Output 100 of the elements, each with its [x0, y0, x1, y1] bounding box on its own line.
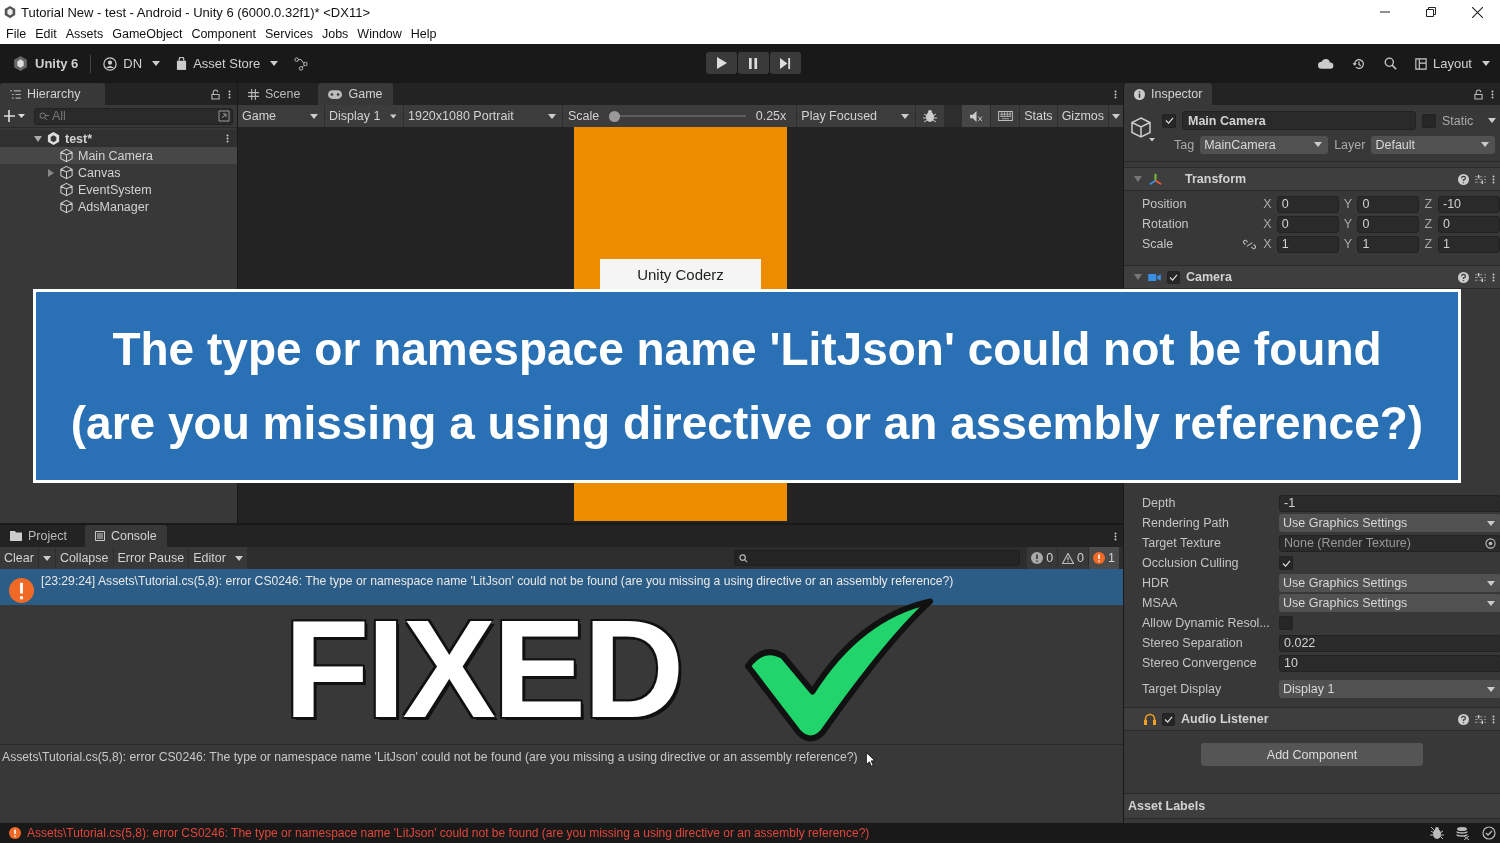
console-button[interactable]: Error Pause [113, 547, 189, 569]
expand-icon[interactable] [218, 110, 230, 122]
stats-button[interactable]: Stats [1020, 105, 1057, 127]
pause-icon[interactable] [749, 57, 758, 69]
step-button[interactable] [770, 52, 801, 74]
cloud-icon[interactable] [1317, 58, 1334, 69]
check-icon[interactable] [1164, 117, 1174, 124]
more-icon[interactable] [1492, 713, 1495, 725]
caret-icon[interactable] [1487, 520, 1495, 526]
console-button[interactable]: Clear [0, 547, 38, 569]
menu-item[interactable]: Assets [61, 27, 108, 41]
object-field[interactable]: None (Render Texture) [1279, 534, 1500, 552]
view-dropdown[interactable]: Game [238, 105, 324, 127]
log-entry[interactable]: [23:29:24] Assets\Tutorial.cs(5,8): error CS0246: The type or namespace name 'LitJson' could not be found (are you missing a using directive or an assembly reference?) [0, 569, 1123, 605]
active-checkbox[interactable] [1162, 113, 1176, 128]
search-icon[interactable] [1383, 57, 1397, 70]
log-count-toggle[interactable]: 0 [1058, 547, 1089, 569]
number-field[interactable]: 0 [1276, 215, 1339, 233]
play-button[interactable] [706, 52, 737, 74]
more-icon[interactable] [1114, 530, 1117, 542]
help-icon[interactable] [1458, 271, 1469, 283]
unity-logo-icon[interactable] [12, 55, 29, 72]
caret-icon[interactable] [1487, 580, 1495, 586]
bug-icon[interactable] [923, 109, 938, 123]
menu-item[interactable]: File [2, 27, 31, 41]
caret-icon[interactable] [1487, 686, 1495, 692]
hierarchy-item[interactable]: Main Camera [0, 147, 237, 164]
scene-row[interactable]: test* [0, 130, 237, 147]
gizmos-menu-button[interactable] [1109, 105, 1123, 127]
lock-icon[interactable] [1474, 88, 1483, 100]
layer-dropdown[interactable]: Default [1371, 135, 1496, 154]
warning-icon[interactable] [1062, 552, 1075, 564]
caret-icon[interactable] [234, 555, 243, 561]
hierarchy-item[interactable]: EventSystem [0, 181, 237, 198]
component-header[interactable]: Transform [1124, 167, 1500, 191]
sliders-icon[interactable] [1475, 713, 1486, 725]
help-icon[interactable] [1458, 713, 1469, 725]
inspector-tab[interactable]: Inspector [1124, 83, 1213, 105]
debug-icon[interactable] [1430, 826, 1444, 840]
sliders-icon[interactable] [1475, 271, 1486, 283]
menu-item[interactable]: Window [353, 27, 406, 41]
caret-icon[interactable] [1487, 600, 1495, 606]
caret-icon[interactable] [1482, 61, 1490, 66]
game-button[interactable]: Unity Coderz [600, 259, 761, 289]
muted-speaker-icon[interactable] [969, 110, 983, 122]
info-icon[interactable] [1031, 552, 1044, 564]
console-icon[interactable] [94, 531, 105, 541]
grid-icon[interactable] [248, 88, 259, 100]
component-header[interactable]: Camera [1124, 265, 1500, 289]
log-count-toggle[interactable]: 0 [1027, 547, 1058, 569]
menu-item[interactable]: Component [187, 27, 260, 41]
caret-icon[interactable] [310, 113, 318, 119]
caret-icon[interactable] [390, 113, 397, 119]
caret-icon[interactable] [42, 555, 51, 561]
number-field[interactable]: -10 [1438, 195, 1500, 213]
more-icon[interactable] [1114, 88, 1117, 100]
view-tab[interactable]: Scene [238, 83, 311, 105]
log-count-toggle[interactable]: 1 [1089, 547, 1119, 569]
link-icon[interactable] [1243, 238, 1257, 250]
number-field[interactable]: 1 [1438, 235, 1500, 253]
more-icon[interactable] [228, 88, 231, 100]
menu-item[interactable]: Edit [31, 27, 61, 41]
gamepad-icon[interactable] [328, 89, 343, 99]
search-field[interactable]: All [34, 107, 233, 125]
target-icon[interactable] [1485, 537, 1496, 549]
shopping-bag-icon[interactable] [176, 57, 188, 70]
caret-icon[interactable] [152, 61, 161, 66]
collapse-arrow-icon[interactable] [1134, 175, 1142, 183]
number-field[interactable]: 0 [1438, 215, 1500, 233]
lock-icon[interactable] [211, 88, 220, 100]
menu-item[interactable]: Jobs [317, 27, 353, 41]
more-icon[interactable] [1492, 173, 1495, 185]
mute-button[interactable] [962, 105, 991, 127]
help-icon[interactable] [1458, 173, 1469, 185]
branch-icon[interactable] [294, 56, 309, 71]
play-mode-dropdown[interactable]: Play Focused [797, 105, 916, 127]
number-field[interactable]: 0 [1276, 195, 1339, 213]
cache-icon[interactable] [1456, 826, 1470, 840]
number-field[interactable]: -1 [1279, 494, 1500, 512]
property-dropdown[interactable]: Display 1 [1279, 680, 1500, 698]
number-field[interactable]: 1 [1276, 235, 1339, 253]
console-search-field[interactable] [734, 550, 1021, 566]
layout-icon[interactable] [1414, 57, 1427, 70]
clear-options-button[interactable] [38, 547, 55, 569]
caret-icon[interactable] [1314, 142, 1323, 147]
hierarchy-item[interactable]: Canvas [0, 164, 237, 181]
search-icon[interactable] [739, 553, 749, 563]
check-circle-icon[interactable] [1482, 826, 1496, 840]
number-field[interactable]: 10 [1279, 654, 1500, 672]
info-icon[interactable] [1134, 88, 1145, 100]
editor-dropdown[interactable]: Editor [189, 547, 247, 569]
error-icon[interactable] [1093, 552, 1106, 564]
caret-icon[interactable] [1481, 142, 1490, 147]
number-field[interactable]: 0.022 [1279, 634, 1500, 652]
asset-labels-header[interactable]: Asset Labels [1124, 793, 1500, 819]
object-name-field[interactable]: Main Camera [1182, 111, 1416, 130]
cube-icon[interactable] [1130, 116, 1156, 142]
hierarchy-tab[interactable]: Hierarchy [0, 83, 105, 105]
number-field[interactable]: 1 [1357, 235, 1420, 253]
menu-item[interactable]: GameObject [108, 27, 187, 41]
